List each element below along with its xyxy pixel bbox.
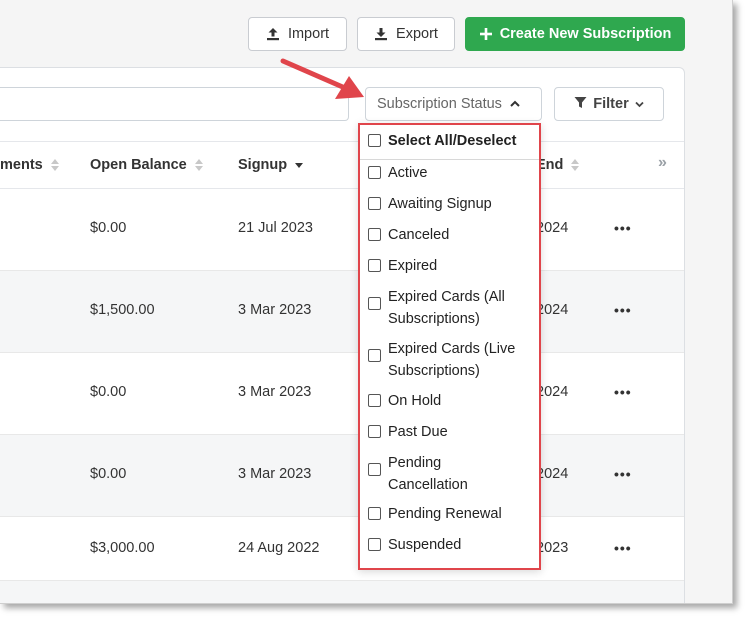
export-label: Export [396, 26, 438, 42]
status-option-suspended[interactable]: Suspended [368, 534, 461, 556]
download-icon [374, 27, 388, 41]
create-subscription-button[interactable]: Create New Subscription [465, 17, 685, 51]
table-row[interactable]: $0.00 3 Mar 2023 2024 ••• [0, 435, 684, 517]
open-balance-cell: $1,500.00 [90, 302, 155, 318]
column-header-signup[interactable]: Signup [238, 157, 304, 173]
checkbox[interactable] [368, 259, 381, 272]
status-option-canceled[interactable]: Canceled [368, 224, 449, 246]
checkbox[interactable] [368, 349, 381, 362]
subscription-status-dropdown[interactable]: Subscription Status [365, 87, 542, 121]
open-balance-cell: $0.00 [90, 384, 127, 400]
import-label: Import [287, 26, 330, 42]
export-button[interactable]: Export [357, 17, 455, 51]
more-actions-icon[interactable]: ••• [614, 466, 632, 482]
checkbox[interactable] [368, 297, 381, 310]
table-row[interactable]: $0.00 3 Mar 2023 2024 ••• [0, 353, 684, 435]
more-actions-icon[interactable]: ••• [614, 220, 632, 236]
status-option-pending-renewal[interactable]: Pending Renewal [368, 503, 502, 525]
column-header-payments[interactable]: ments [0, 157, 59, 173]
status-label: Subscription Status [377, 96, 502, 112]
table-header: ments Open Balance Signup End » [0, 141, 684, 189]
status-option-past-due[interactable]: Past Due [368, 421, 448, 443]
checkbox[interactable] [368, 538, 381, 551]
checkbox[interactable] [368, 166, 381, 179]
sort-icon [194, 159, 203, 171]
search-input[interactable] [0, 87, 349, 121]
select-all-option[interactable]: Select All/Deselect [368, 130, 516, 152]
signup-cell: 3 Mar 2023 [238, 466, 312, 482]
more-actions-icon[interactable]: ••• [614, 384, 632, 400]
status-option-active[interactable]: Active [368, 162, 428, 184]
checkbox[interactable] [368, 197, 381, 210]
funnel-icon [574, 96, 587, 113]
table-row [0, 581, 684, 603]
sort-desc-icon [295, 162, 304, 168]
status-option-awaiting-signup[interactable]: Awaiting Signup [368, 193, 492, 215]
checkbox[interactable] [368, 463, 381, 476]
status-option-expired-cards-live[interactable]: Expired Cards (Live Subscriptions) [368, 338, 515, 382]
plus-icon [479, 27, 493, 41]
sort-icon [571, 159, 580, 171]
expand-columns-icon[interactable]: » [658, 154, 667, 172]
sort-icon [50, 159, 59, 171]
signup-cell: 3 Mar 2023 [238, 384, 312, 400]
checkbox[interactable] [368, 394, 381, 407]
checkbox[interactable] [368, 425, 381, 438]
status-option-expired[interactable]: Expired [368, 255, 437, 277]
filter-button[interactable]: Filter [554, 87, 664, 121]
open-balance-cell: $3,000.00 [90, 540, 155, 556]
filter-label: Filter [593, 96, 629, 112]
more-actions-icon[interactable]: ••• [614, 302, 632, 318]
signup-cell: 21 Jul 2023 [238, 220, 313, 236]
app-window: Import Export Create New Subscription Su… [0, 0, 733, 604]
more-actions-icon[interactable]: ••• [614, 540, 632, 556]
checkbox[interactable] [368, 507, 381, 520]
open-balance-cell: $0.00 [90, 220, 127, 236]
chevron-up-icon [510, 96, 520, 112]
create-label: Create New Subscription [499, 26, 672, 42]
chevron-down-icon [635, 96, 644, 112]
table-row[interactable]: $0.00 21 Jul 2023 2024 ••• [0, 189, 684, 271]
status-option-expired-cards-all[interactable]: Expired Cards (All Subscriptions) [368, 286, 505, 330]
signup-cell: 24 Aug 2022 [238, 540, 320, 556]
subscription-status-menu: Select All/Deselect Active Awaiting Sign… [358, 123, 541, 570]
table-row[interactable]: $3,000.00 24 Aug 2022 2023 ••• [0, 517, 684, 581]
table-row[interactable]: $1,500.00 3 Mar 2023 2024 ••• [0, 271, 684, 353]
status-option-pending-cancellation[interactable]: Pending Cancellation [368, 452, 468, 496]
checkbox[interactable] [368, 134, 381, 147]
import-button[interactable]: Import [248, 17, 347, 51]
column-header-open-balance[interactable]: Open Balance [90, 157, 203, 173]
signup-cell: 3 Mar 2023 [238, 302, 312, 318]
open-balance-cell: $0.00 [90, 466, 127, 482]
upload-icon [266, 27, 280, 41]
status-option-on-hold[interactable]: On Hold [368, 390, 441, 412]
divider [360, 159, 539, 160]
checkbox[interactable] [368, 228, 381, 241]
column-header-end[interactable]: End [536, 157, 580, 173]
